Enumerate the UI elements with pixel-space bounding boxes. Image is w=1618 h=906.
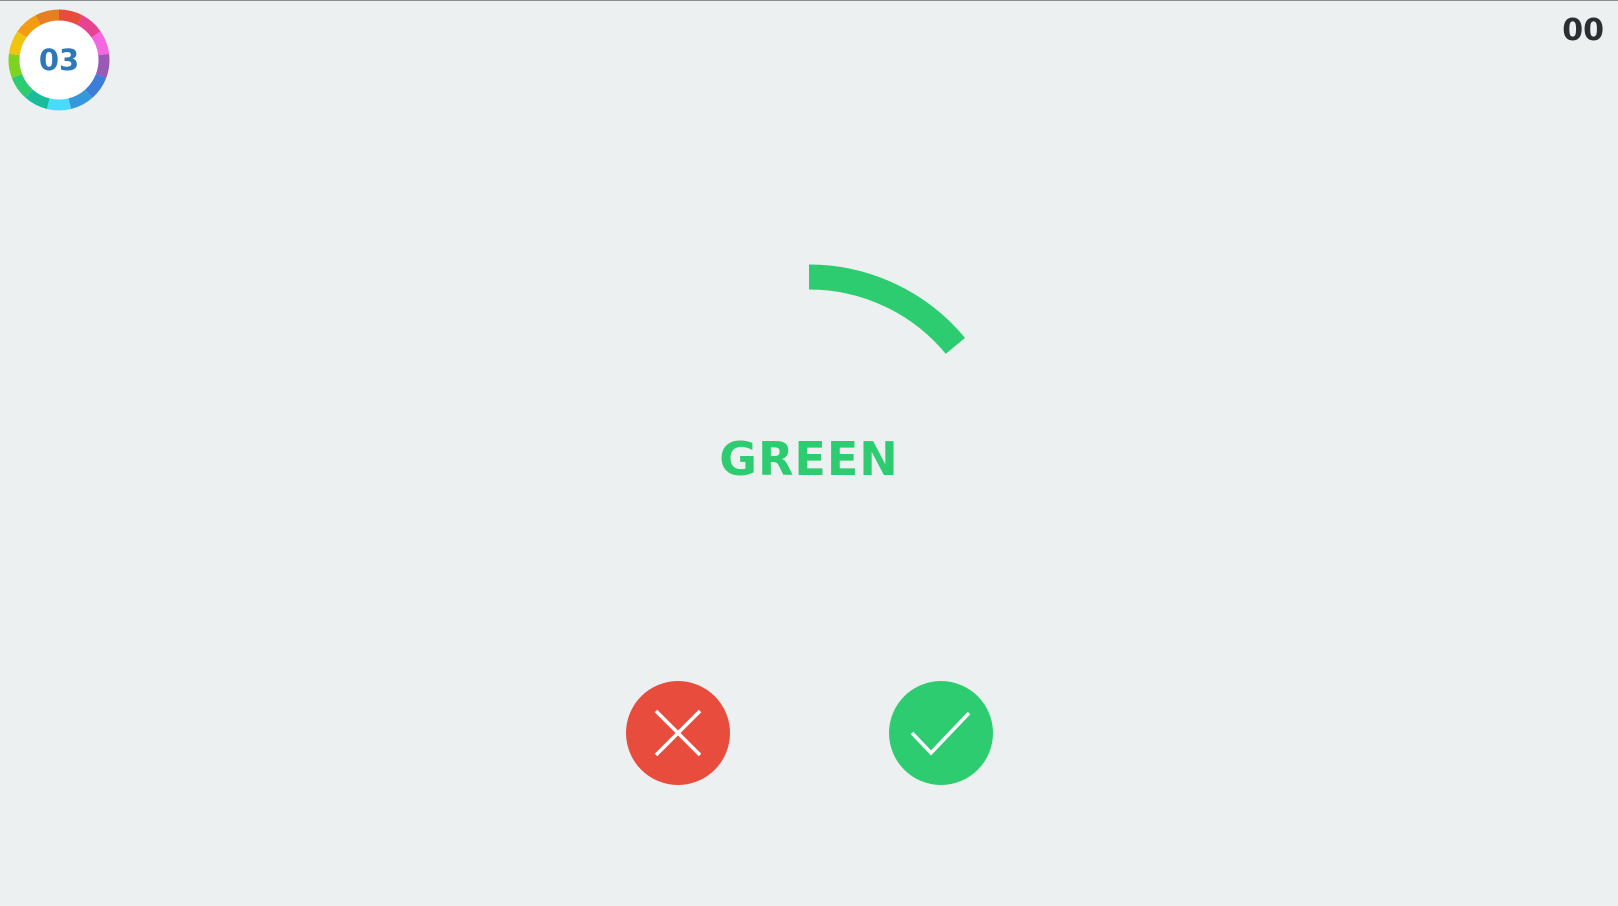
color-word: GREEN (719, 432, 899, 486)
cross-icon (626, 681, 730, 785)
check-icon (889, 681, 993, 785)
timer-progress-arc (808, 264, 966, 355)
yes-button[interactable] (889, 681, 993, 785)
no-button[interactable] (626, 681, 730, 785)
